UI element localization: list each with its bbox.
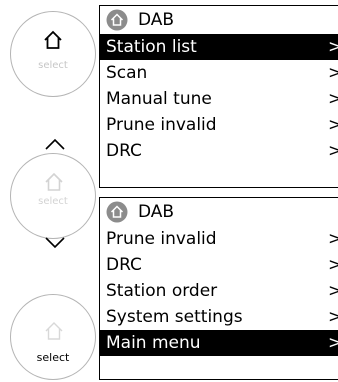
screen-header: DAB — [100, 6, 338, 34]
select-knob-middle[interactable]: select — [10, 153, 96, 239]
home-icon — [45, 172, 63, 191]
menu-screen-top: DAB Station list > Scan > Manual tune > … — [99, 5, 338, 188]
menu-item-station-order[interactable]: Station order > — [100, 278, 338, 304]
chevron-right-icon: > — [328, 115, 338, 135]
menu-item-drc[interactable]: DRC > — [100, 138, 338, 164]
chevron-right-icon: > — [328, 307, 338, 327]
chevron-right-icon: > — [328, 229, 338, 249]
chevron-right-icon: > — [328, 281, 338, 301]
screen-header: DAB — [100, 198, 338, 226]
menu-item-label: DRC — [106, 141, 142, 161]
chevron-right-icon: > — [328, 141, 338, 161]
knob-select-label: select — [36, 351, 70, 364]
knob-select-label: select — [38, 196, 68, 207]
home-badge-icon[interactable] — [106, 9, 128, 31]
menu-item-label: Station order — [106, 281, 218, 301]
menu-item-label: Scan — [106, 63, 148, 83]
select-knob-top[interactable]: select — [10, 11, 96, 97]
menu-item-label: System settings — [106, 307, 243, 327]
menu-item-station-list[interactable]: Station list > — [100, 34, 338, 60]
chevron-right-icon: > — [328, 63, 338, 83]
chevron-right-icon: > — [328, 37, 338, 57]
menu-item-prune-invalid[interactable]: Prune invalid > — [100, 112, 338, 138]
menu-item-drc[interactable]: DRC > — [100, 252, 338, 278]
chevron-up-icon[interactable] — [45, 138, 65, 150]
home-badge-icon[interactable] — [106, 201, 128, 223]
menu-item-scan[interactable]: Scan > — [100, 60, 338, 86]
menu-item-prune-invalid[interactable]: Prune invalid > — [100, 226, 338, 252]
knob-select-label: select — [38, 60, 68, 71]
home-icon — [44, 30, 62, 49]
chevron-right-icon: > — [328, 255, 338, 275]
screen-title: DAB — [138, 10, 175, 30]
menu-item-label: Station list — [106, 37, 197, 57]
chevron-right-icon: > — [328, 89, 338, 109]
home-icon — [45, 322, 63, 340]
menu-item-label: DRC — [106, 255, 142, 275]
menu-screen-bottom: DAB Prune invalid > DRC > Station order … — [99, 197, 338, 380]
menu-item-label: Prune invalid — [106, 229, 217, 249]
menu-item-label: Manual tune — [106, 89, 212, 109]
menu-item-main-menu[interactable]: Main menu > — [100, 330, 338, 356]
screen-title: DAB — [138, 202, 175, 222]
menu-item-label: Main menu — [106, 333, 201, 353]
menu-item-manual-tune[interactable]: Manual tune > — [100, 86, 338, 112]
select-knob-bottom[interactable]: select — [10, 294, 96, 380]
menu-item-system-settings[interactable]: System settings > — [100, 304, 338, 330]
chevron-right-icon: > — [328, 333, 338, 353]
chevron-down-icon[interactable] — [45, 237, 65, 249]
menu-item-label: Prune invalid — [106, 115, 217, 135]
